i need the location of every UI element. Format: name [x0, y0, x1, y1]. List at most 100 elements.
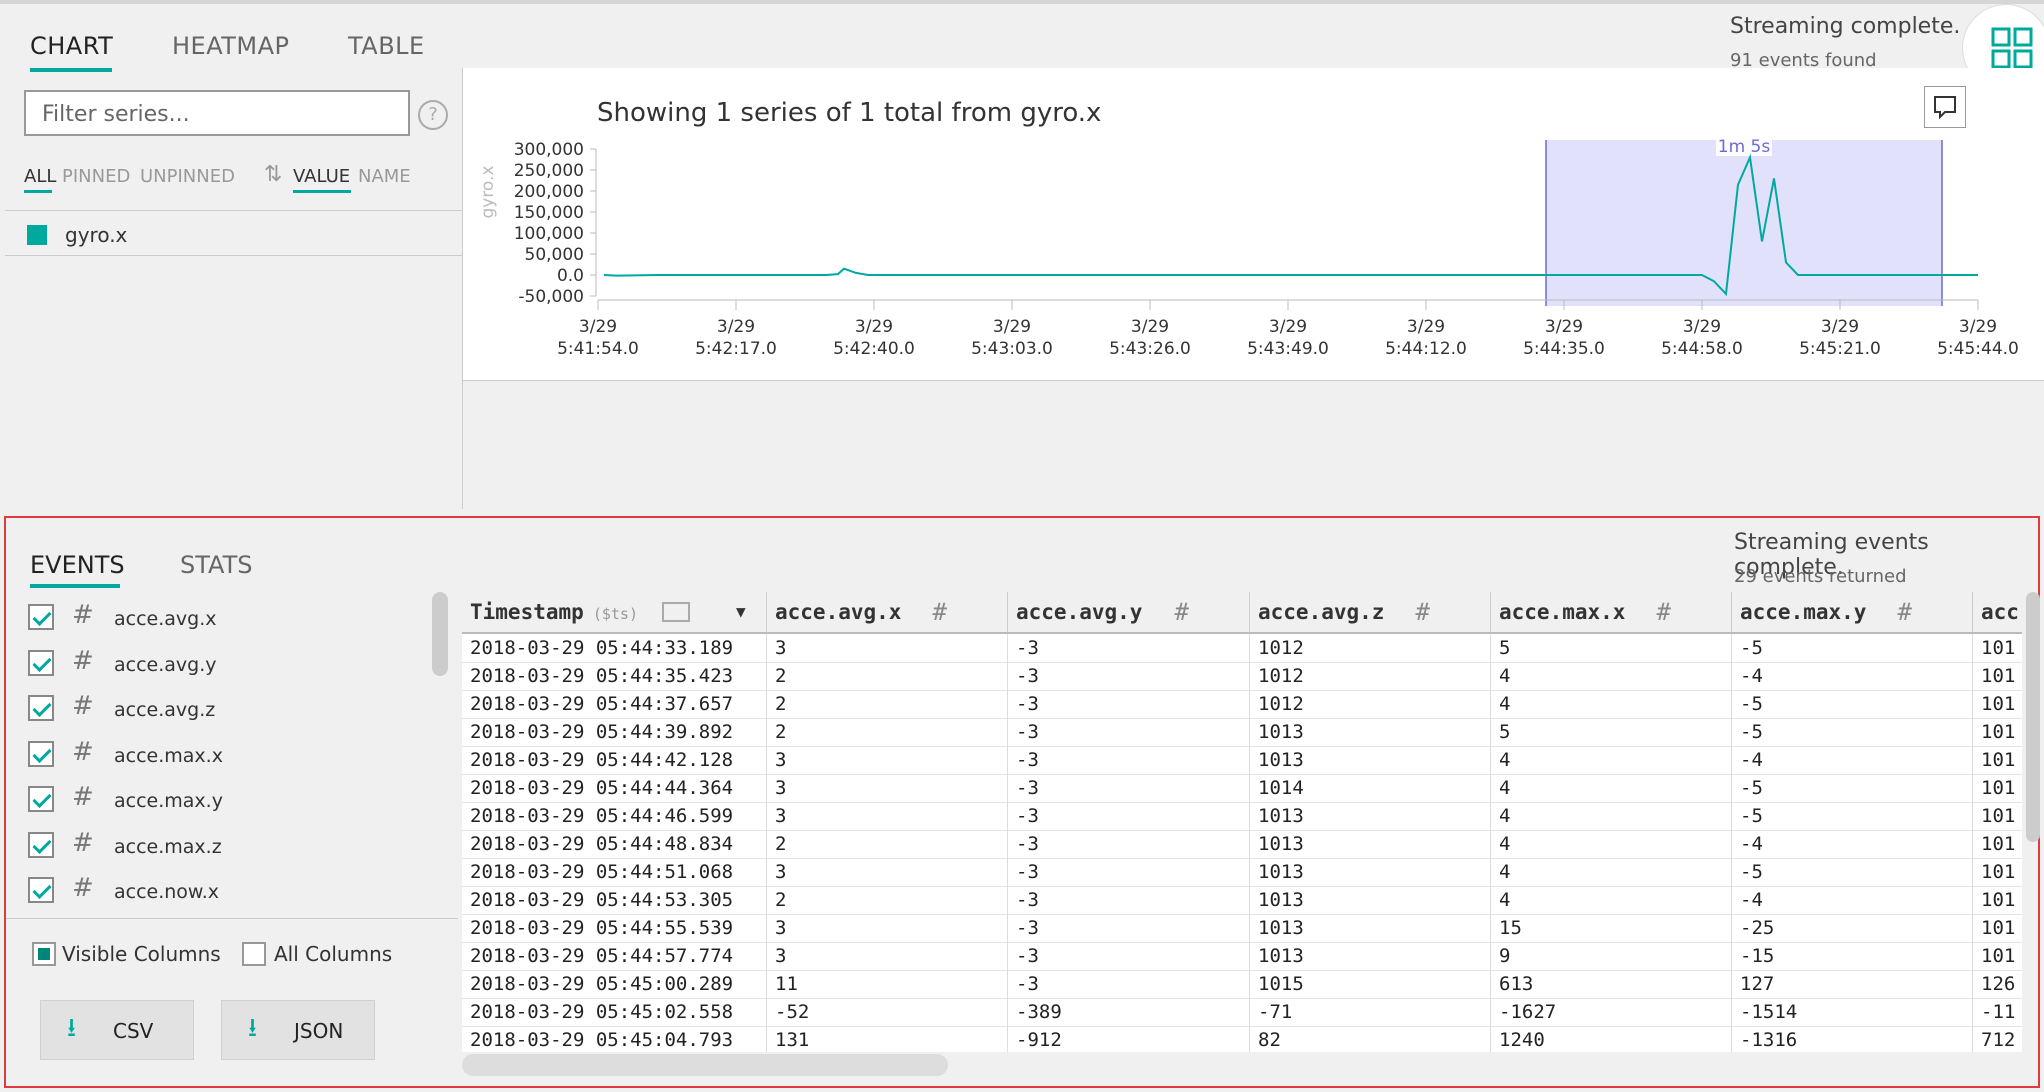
table-cell: 4 [1491, 774, 1732, 802]
column-checkbox[interactable] [28, 649, 54, 676]
number-type-icon: # [1174, 598, 1189, 626]
comment-button[interactable] [1924, 86, 1966, 128]
table-cell: 2018-03-29 05:44:55.539 [462, 914, 767, 942]
table-row[interactable]: 2018-03-29 05:44:35.423 2 -3 1012 4 -4 101 [462, 662, 2022, 691]
table-cell: 101 [1973, 662, 2022, 690]
column-checkbox[interactable] [28, 877, 54, 903]
table-row[interactable]: 2018-03-29 05:44:33.189 3 -3 1012 5 -5 101 [462, 634, 2022, 663]
tab-events[interactable]: EVENTS [30, 551, 125, 579]
table-cell: 1014 [1250, 774, 1491, 802]
column-label: acce.max.y [114, 790, 223, 812]
column-item[interactable]: # acce.now.x [28, 869, 448, 913]
table-row[interactable]: 2018-03-29 05:44:51.068 3 -3 1013 4 -5 101 [462, 858, 2022, 887]
column-header[interactable]: acce.max.y # [1732, 592, 1973, 632]
column-header[interactable]: acce.avg.z # [1250, 592, 1491, 632]
all-columns-checkbox[interactable] [242, 942, 266, 966]
table-cell: 101 [1973, 774, 2022, 802]
column-item[interactable]: # acce.avg.y [28, 642, 448, 686]
column-checkbox[interactable] [28, 695, 54, 721]
table-cell: 2018-03-29 05:45:04.793 [462, 1026, 767, 1052]
x-tick-date-label: 3/29 [855, 317, 893, 337]
table-cell: 2018-03-29 05:44:35.423 [462, 662, 767, 690]
table-cell: 101 [1973, 858, 2022, 886]
column-header[interactable]: acce.max.x # [1491, 592, 1732, 632]
sort-icon[interactable]: ⇅ [264, 162, 282, 187]
filter-all[interactable]: ALL [24, 166, 56, 187]
number-type-icon: # [72, 782, 94, 812]
column-item[interactable]: # acce.max.x [28, 733, 448, 777]
table-row[interactable]: 2018-03-29 05:45:02.558 -52 -389 -71 -1627 -1… [462, 998, 2022, 1027]
table-row[interactable]: 2018-03-29 05:45:04.793 131 -912 82 1240 -131… [462, 1026, 2022, 1052]
table-row[interactable]: 2018-03-29 05:44:42.128 3 -3 1013 4 -4 101 [462, 746, 2022, 775]
help-icon[interactable]: ? [418, 100, 448, 130]
table-cell: 2018-03-29 05:44:33.189 [462, 634, 767, 662]
table-row[interactable]: 2018-03-29 05:45:00.289 11 -3 1015 613 127 126 [462, 970, 2022, 999]
table-cell: 4 [1491, 802, 1732, 830]
table-cell: 3 [767, 858, 1008, 886]
table-row[interactable]: 2018-03-29 05:44:55.539 3 -3 1013 15 -25 101 [462, 914, 2022, 943]
table-row[interactable]: 2018-03-29 05:44:46.599 3 -3 1013 4 -5 101 [462, 802, 2022, 831]
table-cell: -3 [1008, 970, 1250, 998]
column-list-scrollbar[interactable] [432, 592, 448, 676]
table-row[interactable]: 2018-03-29 05:44:57.774 3 -3 1013 9 -15 101 [462, 942, 2022, 971]
x-tick-time-label: 5:42:40.0 [833, 339, 915, 359]
filter-series-input[interactable]: Filter series... [24, 90, 410, 136]
series-item-gyro-x[interactable]: gyro.x [5, 210, 462, 256]
column-item[interactable]: # acce.max.z [28, 824, 448, 868]
sort-desc-icon[interactable]: ▼ [736, 592, 746, 632]
table-cell: 2018-03-29 05:44:44.364 [462, 774, 767, 802]
sort-name[interactable]: NAME [358, 166, 411, 187]
column-item[interactable]: # acce.max.y [28, 778, 448, 822]
table-cell: 2018-03-29 05:45:00.289 [462, 970, 767, 998]
column-checkbox[interactable] [28, 740, 54, 767]
line-chart[interactable]: 1m 5s 300,000250,000200,000150,000100,000… [463, 130, 2044, 370]
number-type-icon: # [72, 600, 94, 630]
calendar-icon[interactable] [662, 602, 690, 622]
table-cell: 4 [1491, 830, 1732, 858]
table-row[interactable]: 2018-03-29 05:44:37.657 2 -3 1012 4 -5 101 [462, 690, 2022, 719]
visible-columns-checkbox[interactable] [32, 942, 56, 966]
selection-region[interactable] [1546, 140, 1942, 306]
column-item[interactable]: # acce.avg.z [28, 687, 448, 731]
table-cell: -71 [1250, 998, 1491, 1026]
column-header[interactable]: acce.avg.y # [1008, 592, 1250, 632]
filter-pinned[interactable]: PINNED [62, 166, 130, 187]
column-header[interactable]: acc [1973, 592, 2022, 632]
table-row[interactable]: 2018-03-29 05:44:39.892 2 -3 1013 5 -5 101 [462, 718, 2022, 747]
filter-unpinned[interactable]: UNPINNED [140, 166, 235, 187]
tab-heatmap[interactable]: HEATMAP [172, 32, 290, 60]
table-row[interactable]: 2018-03-29 05:44:44.364 3 -3 1014 4 -5 101 [462, 774, 2022, 803]
download-csv-button[interactable]: ⭳ CSV [40, 1000, 194, 1060]
table-cell: 1012 [1250, 634, 1491, 662]
column-checkbox[interactable] [28, 786, 54, 812]
tab-stats[interactable]: STATS [180, 551, 252, 579]
column-header[interactable]: acce.avg.x # [767, 592, 1008, 632]
table-cell: 3 [767, 942, 1008, 970]
column-item[interactable]: # acce.avg.x [28, 596, 448, 640]
table-cell: -4 [1732, 746, 1973, 774]
tab-table[interactable]: TABLE [348, 32, 425, 60]
column-checkbox[interactable] [28, 604, 54, 630]
horizontal-scrollbar[interactable] [462, 1054, 948, 1076]
table-cell: -1627 [1491, 998, 1732, 1026]
sort-value[interactable]: VALUE [293, 166, 350, 187]
tab-chart[interactable]: CHART [30, 32, 113, 60]
table-cell: 2018-03-29 05:44:46.599 [462, 802, 767, 830]
download-json-button[interactable]: ⭳ JSON [221, 1000, 375, 1060]
table-row[interactable]: 2018-03-29 05:44:48.834 2 -3 1013 4 -4 101 [462, 830, 2022, 859]
y-tick-label: -50,000 [518, 287, 584, 307]
table-row[interactable]: 2018-03-29 05:44:53.305 2 -3 1013 4 -4 101 [462, 886, 2022, 915]
table-cell: 4 [1491, 886, 1732, 914]
column-label: acce.avg.z [114, 699, 216, 721]
column-checkbox[interactable] [28, 831, 54, 858]
x-tick-time-label: 5:44:58.0 [1661, 339, 1743, 359]
x-tick-date-label: 3/29 [1407, 317, 1445, 337]
vertical-scrollbar[interactable] [2026, 592, 2040, 842]
table-cell: 613 [1491, 970, 1732, 998]
table-cell: -25 [1732, 914, 1973, 942]
table-cell: 2018-03-29 05:44:48.834 [462, 830, 767, 858]
column-header[interactable]: Timestamp ($ts) ▼ [462, 592, 767, 632]
table-cell: 2 [767, 690, 1008, 718]
y-tick-label: 200,000 [514, 182, 584, 202]
number-type-icon: # [72, 736, 94, 767]
